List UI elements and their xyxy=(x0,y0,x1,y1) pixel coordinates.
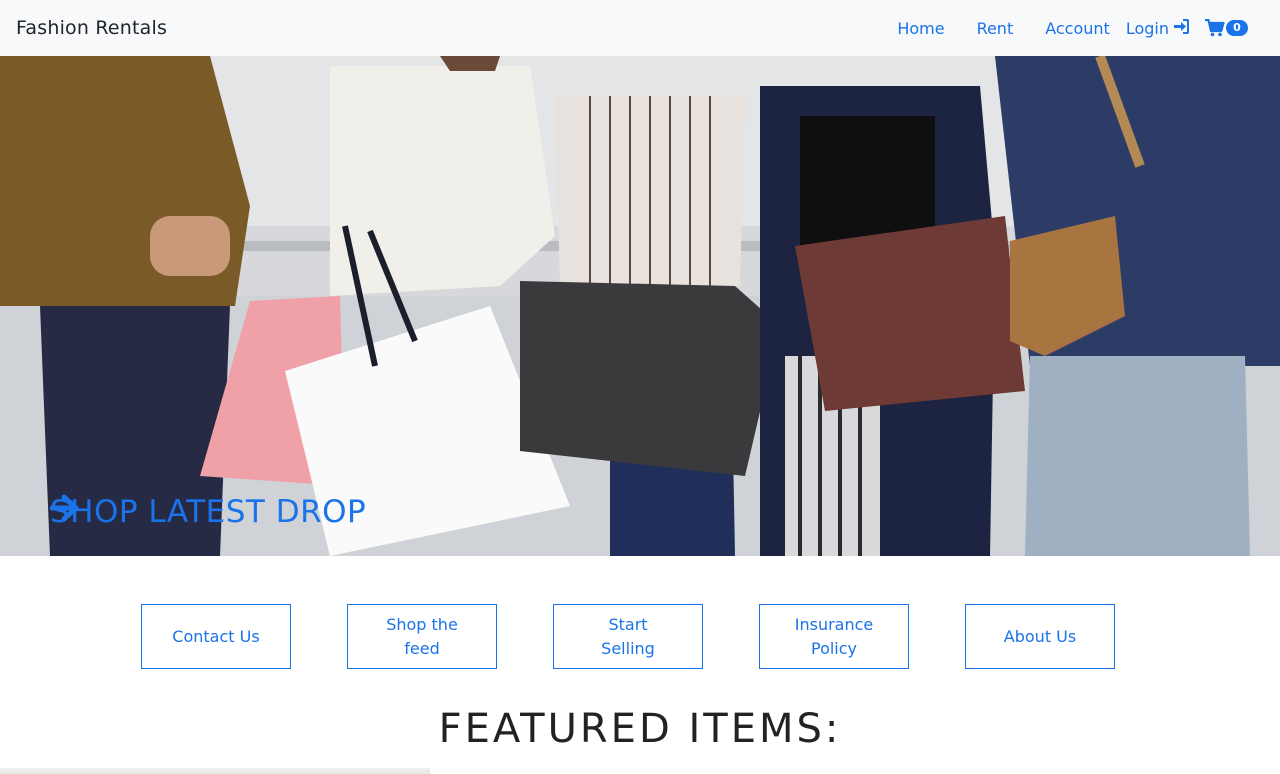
start-selling-button[interactable]: Start Selling xyxy=(553,604,703,669)
hero-image xyxy=(0,56,1280,556)
shop-latest-drop-link[interactable]: SHOP LATEST DROP xyxy=(50,494,376,530)
contact-us-button[interactable]: Contact Us xyxy=(141,604,291,669)
login-link[interactable]: Login xyxy=(1125,18,1189,38)
shop-the-feed-label: Shop the feed xyxy=(386,614,458,658)
featured-card-edge xyxy=(0,768,430,774)
hero-banner: SHOP LATEST DROP xyxy=(0,56,1280,556)
nav-links: Home Rent Account Login 0 xyxy=(897,18,1264,38)
nav-home-link[interactable]: Home xyxy=(897,19,944,38)
cart-button[interactable]: 0 xyxy=(1205,18,1248,37)
login-label: Login xyxy=(1125,18,1169,38)
contact-us-label: Contact Us xyxy=(172,626,260,646)
shop-the-feed-button[interactable]: Shop the feed xyxy=(347,604,497,669)
brand-logo[interactable]: Fashion Rentals xyxy=(16,17,167,39)
insurance-policy-button[interactable]: Insurance Policy xyxy=(759,604,909,669)
featured-items-heading: FEATURED ITEMS: xyxy=(438,706,842,752)
about-us-label: About Us xyxy=(1003,626,1077,646)
cart-count-badge: 0 xyxy=(1226,20,1248,36)
navbar: Fashion Rentals Home Rent Account Login xyxy=(0,0,1280,56)
shopping-cart-icon xyxy=(1205,18,1225,37)
quick-links: Contact Us Shop the feed Start Selling I… xyxy=(141,604,1115,669)
about-us-button[interactable]: About Us xyxy=(965,604,1115,669)
nav-rent-link[interactable]: Rent xyxy=(977,19,1014,38)
sign-in-icon xyxy=(1173,18,1189,38)
nav-account-link[interactable]: Account xyxy=(1045,19,1110,38)
insurance-policy-label: Insurance Policy xyxy=(794,614,874,658)
start-selling-label: Start Selling xyxy=(601,614,655,658)
shop-latest-drop-label: SHOP LATEST DROP xyxy=(50,494,367,530)
